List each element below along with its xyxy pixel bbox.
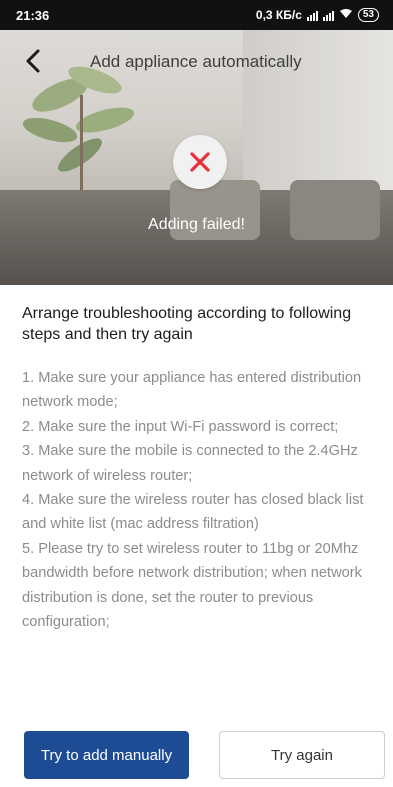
status-indicators: 0,3 КБ/с 53 xyxy=(256,8,379,22)
failure-indicator xyxy=(173,135,227,189)
step-item: 2. Make sure the input Wi-Fi password is… xyxy=(22,418,339,435)
page-title: Add appliance automatically xyxy=(90,52,302,71)
signal-icon xyxy=(306,10,318,21)
signal-icon-2 xyxy=(322,10,334,21)
chevron-left-icon xyxy=(26,49,40,73)
wifi-icon xyxy=(339,8,353,22)
step-item: 5. Please try to set wireless router to … xyxy=(22,540,362,631)
try-again-button[interactable]: Try again xyxy=(219,731,385,779)
step-item: 1. Make sure your appliance has entered … xyxy=(22,370,362,411)
failure-message: Adding failed! xyxy=(148,216,245,233)
add-manually-button[interactable]: Try to add manually xyxy=(24,731,189,779)
close-icon xyxy=(190,152,210,172)
step-item: 3. Make sure the mobile is connected to … xyxy=(22,443,358,484)
troubleshooting-heading: Arrange troubleshooting according to fol… xyxy=(22,305,352,343)
back-button[interactable] xyxy=(18,46,48,76)
network-speed: 0,3 КБ/с xyxy=(255,8,302,22)
status-bar: 21:36 0,3 КБ/с 53 xyxy=(0,0,393,30)
step-item: 4. Make sure the wireless router has clo… xyxy=(22,492,364,533)
status-time: 21:36 xyxy=(16,7,50,23)
battery-icon: 53 xyxy=(357,8,379,22)
troubleshooting-steps: 1. Make sure your appliance has entered … xyxy=(22,366,382,634)
